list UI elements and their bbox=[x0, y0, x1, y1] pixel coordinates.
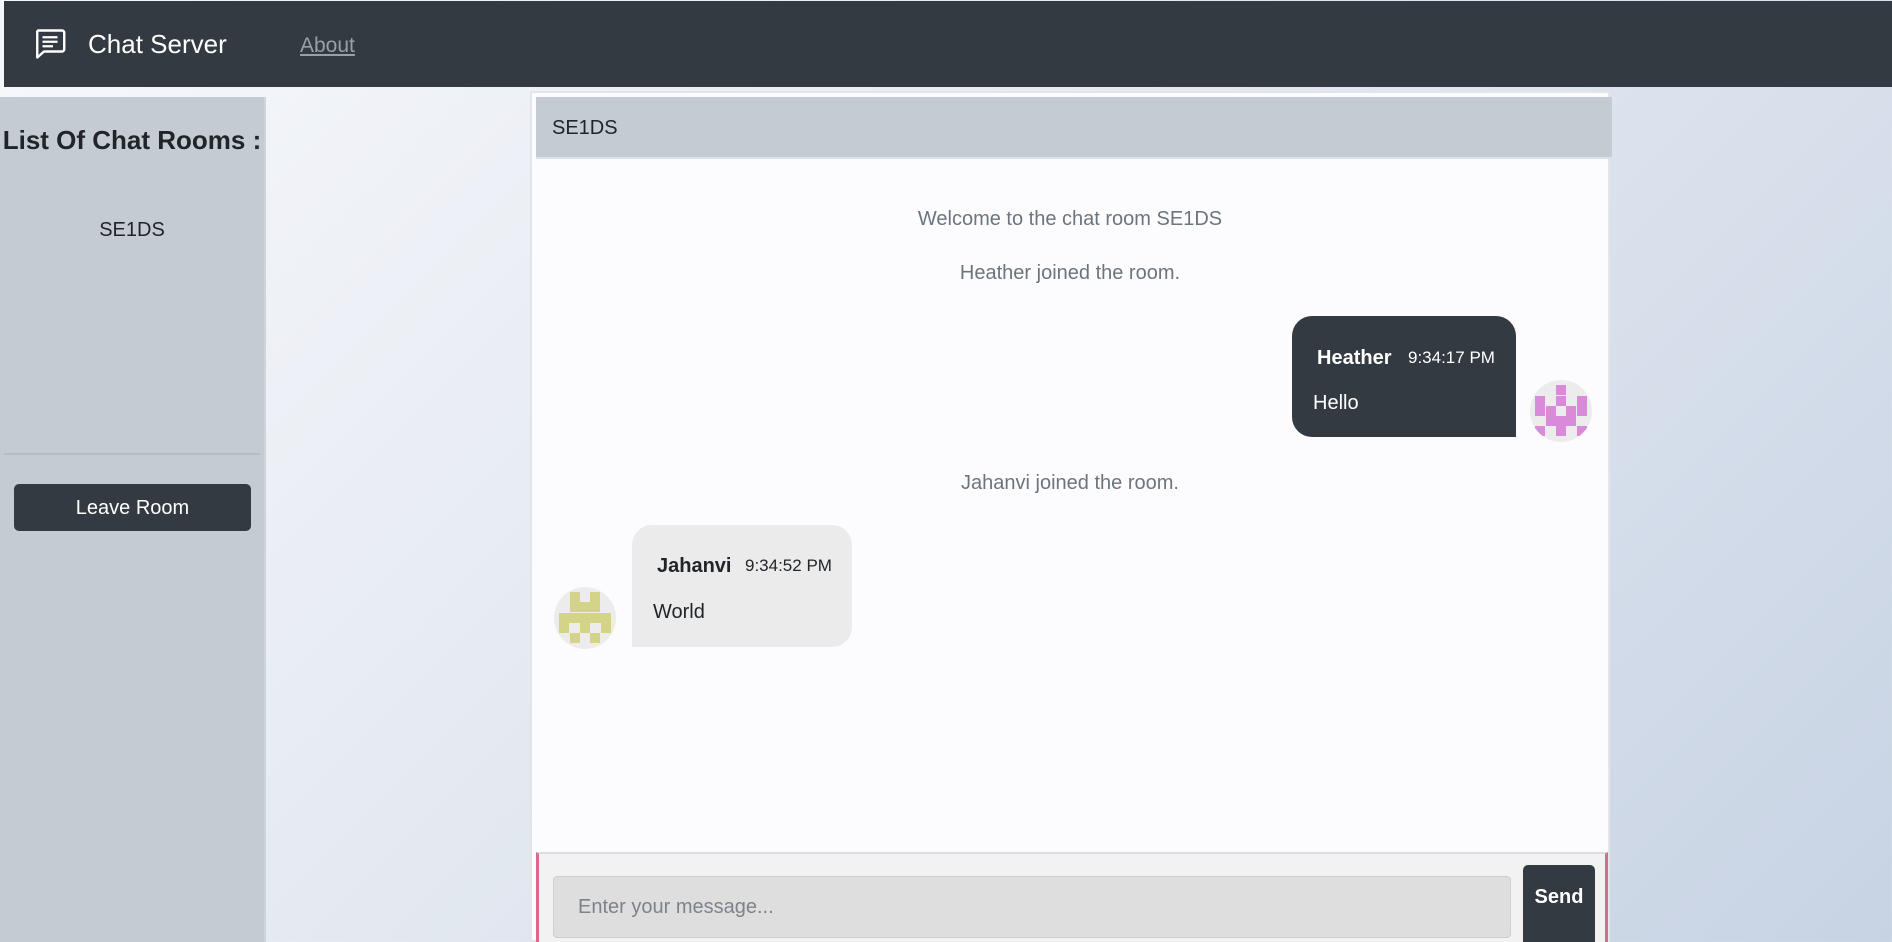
chat-message-icon bbox=[32, 26, 68, 62]
sidebar: List Of Chat Rooms : SE1DS Leave Room bbox=[0, 97, 266, 942]
chat-panel: SE1DS Welcome to the chat room SE1DS Hea… bbox=[530, 91, 1612, 942]
message-bubble-incoming: Jahanvi 9:34:52 PM World bbox=[632, 525, 852, 647]
system-message: Welcome to the chat room SE1DS bbox=[917, 208, 1223, 230]
user-avatar bbox=[554, 587, 616, 649]
system-message: Jahanvi joined the room. bbox=[961, 472, 1179, 494]
leave-room-button[interactable]: Leave Room bbox=[14, 484, 251, 531]
message-timestamp: 9:34:52 PM bbox=[745, 556, 832, 575]
message-composer: Send bbox=[536, 852, 1608, 942]
user-avatar bbox=[1530, 380, 1592, 442]
chat-room-title: SE1DS bbox=[552, 117, 618, 139]
message-text: World bbox=[653, 601, 705, 623]
message-input[interactable] bbox=[553, 876, 1511, 938]
chat-header: SE1DS bbox=[536, 97, 1612, 159]
sidebar-divider bbox=[4, 453, 260, 455]
room-list-item[interactable]: SE1DS bbox=[0, 219, 264, 242]
message-timestamp: 9:34:17 PM bbox=[1408, 348, 1495, 367]
message-text: Hello bbox=[1313, 392, 1359, 414]
message-username: Heather bbox=[1317, 347, 1392, 369]
system-message: Heather joined the room. bbox=[959, 262, 1181, 284]
navbar: Chat Server About bbox=[4, 1, 1892, 87]
send-button[interactable]: Send bbox=[1523, 865, 1595, 942]
sidebar-title: List Of Chat Rooms : bbox=[2, 125, 262, 155]
brand-title[interactable]: Chat Server bbox=[88, 29, 227, 60]
message-username: Jahanvi bbox=[657, 555, 732, 577]
message-bubble-outgoing: Heather 9:34:17 PM Hello bbox=[1292, 316, 1516, 437]
nav-link-about[interactable]: About bbox=[300, 34, 355, 58]
